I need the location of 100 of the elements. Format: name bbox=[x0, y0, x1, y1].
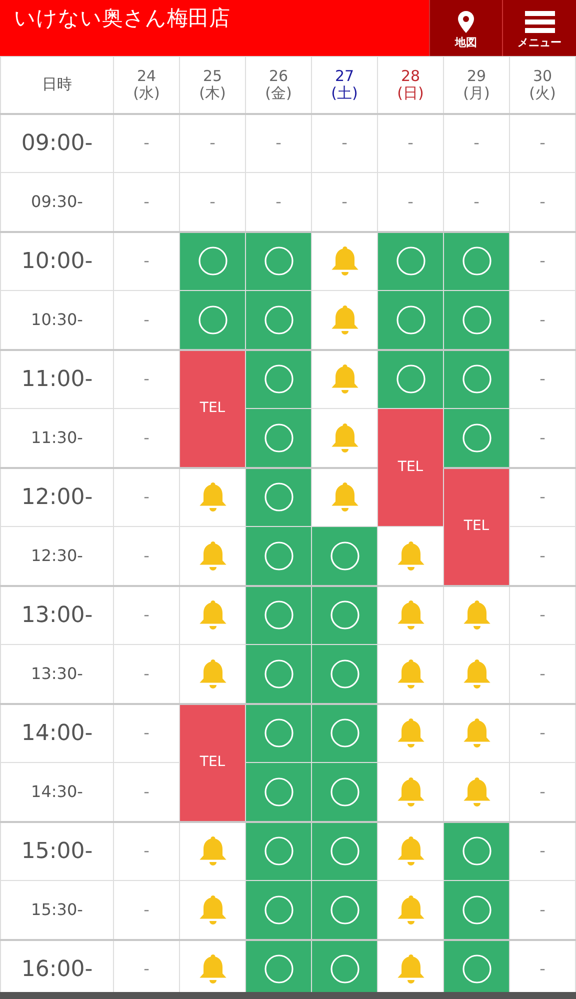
time-label: 09:30- bbox=[0, 172, 114, 232]
day-header: 30 (火) bbox=[510, 56, 576, 114]
circle-icon bbox=[330, 540, 360, 571]
circle-icon bbox=[462, 422, 492, 453]
table-cell: - bbox=[510, 232, 576, 290]
bell-icon bbox=[198, 894, 226, 926]
table-cell: - bbox=[114, 822, 180, 880]
map-pin-icon bbox=[458, 11, 474, 33]
time-label: 13:30- bbox=[0, 644, 114, 704]
bell-icon bbox=[396, 835, 424, 868]
circle-icon bbox=[198, 246, 228, 276]
tel-cell: TEL bbox=[180, 704, 246, 822]
circle-icon bbox=[330, 836, 360, 866]
bell-icon bbox=[396, 776, 424, 808]
day-header: 24 (水) bbox=[114, 56, 180, 114]
bell-icon bbox=[396, 717, 424, 750]
tel-cell: TEL bbox=[378, 408, 444, 526]
day-header: 26 (金) bbox=[246, 56, 312, 114]
table-cell: - bbox=[510, 468, 576, 526]
header-title: いけない奥さん梅田店 bbox=[13, 5, 231, 32]
table-cell: - bbox=[444, 114, 510, 172]
bell-icon bbox=[198, 481, 226, 514]
menu-button[interactable]: メニュー bbox=[502, 0, 576, 56]
circle-icon bbox=[198, 304, 228, 335]
table-cell: - bbox=[114, 114, 180, 172]
time-label: 11:30- bbox=[0, 408, 114, 468]
bell-icon bbox=[198, 540, 226, 572]
table-cell: - bbox=[180, 114, 246, 172]
circle-icon bbox=[462, 894, 492, 925]
circle-icon bbox=[264, 540, 294, 571]
bell-icon bbox=[198, 658, 226, 690]
circle-icon bbox=[264, 246, 294, 276]
bell-icon bbox=[330, 422, 358, 454]
day-header: 27 (土) bbox=[312, 56, 378, 114]
time-label: 10:00- bbox=[0, 232, 114, 290]
circle-icon bbox=[330, 600, 360, 630]
table-cell: - bbox=[510, 114, 576, 172]
table-cell: - bbox=[114, 468, 180, 526]
time-label: 15:30- bbox=[0, 880, 114, 940]
circle-icon bbox=[264, 836, 294, 866]
day-header: 28 (日) bbox=[378, 56, 444, 114]
circle-icon bbox=[330, 718, 360, 748]
menu-icon bbox=[524, 11, 554, 33]
table-cell: - bbox=[312, 114, 378, 172]
time-label: 10:30- bbox=[0, 290, 114, 350]
bell-icon bbox=[462, 658, 490, 690]
bell-icon bbox=[330, 304, 358, 336]
circle-icon bbox=[264, 718, 294, 748]
bell-icon bbox=[396, 599, 424, 632]
day-header: 29 (月) bbox=[444, 56, 510, 114]
tel-cell: TEL bbox=[180, 350, 246, 468]
circle-icon bbox=[264, 776, 294, 807]
table-cell: - bbox=[510, 704, 576, 762]
circle-icon bbox=[396, 364, 426, 394]
circle-icon bbox=[462, 364, 492, 394]
bell-icon bbox=[396, 953, 424, 986]
bell-icon bbox=[396, 894, 424, 926]
time-label: 12:30- bbox=[0, 526, 114, 586]
table-cell: - bbox=[510, 350, 576, 408]
time-label: 13:00- bbox=[0, 586, 114, 644]
bell-icon bbox=[462, 717, 490, 750]
table-cell: - bbox=[510, 822, 576, 880]
table-cell: - bbox=[114, 586, 180, 644]
bell-icon bbox=[330, 245, 358, 278]
circle-icon bbox=[462, 246, 492, 276]
circle-icon bbox=[462, 836, 492, 866]
bell-icon bbox=[198, 835, 226, 868]
circle-icon bbox=[330, 776, 360, 807]
time-label: 14:30- bbox=[0, 762, 114, 822]
bell-icon bbox=[462, 776, 490, 808]
circle-icon bbox=[264, 894, 294, 925]
circle-icon bbox=[264, 422, 294, 453]
circle-icon bbox=[264, 658, 294, 689]
table-cell: - bbox=[246, 114, 312, 172]
circle-icon bbox=[264, 600, 294, 630]
time-label: 12:00- bbox=[0, 468, 114, 526]
bell-icon bbox=[462, 599, 490, 632]
bell-icon bbox=[396, 658, 424, 690]
circle-icon bbox=[330, 658, 360, 689]
circle-icon bbox=[396, 304, 426, 335]
bell-icon bbox=[396, 540, 424, 572]
map-button[interactable]: 地図 bbox=[429, 0, 502, 56]
bell-icon bbox=[198, 953, 226, 986]
circle-icon bbox=[264, 364, 294, 394]
bell-icon bbox=[198, 599, 226, 632]
time-label: 09:00- bbox=[0, 114, 114, 172]
circle-icon bbox=[264, 304, 294, 335]
table-cell: - bbox=[510, 586, 576, 644]
circle-icon bbox=[330, 954, 360, 984]
table-cell: - bbox=[378, 114, 444, 172]
time-label: 14:00- bbox=[0, 704, 114, 762]
bell-icon bbox=[330, 363, 358, 396]
circle-icon bbox=[462, 954, 492, 984]
day-header: 25 (木) bbox=[180, 56, 246, 114]
tel-cell: TEL bbox=[444, 468, 510, 586]
circle-icon bbox=[396, 246, 426, 276]
circle-icon bbox=[264, 954, 294, 984]
bell-icon bbox=[330, 481, 358, 514]
time-label: 11:00- bbox=[0, 350, 114, 408]
circle-icon bbox=[462, 304, 492, 335]
